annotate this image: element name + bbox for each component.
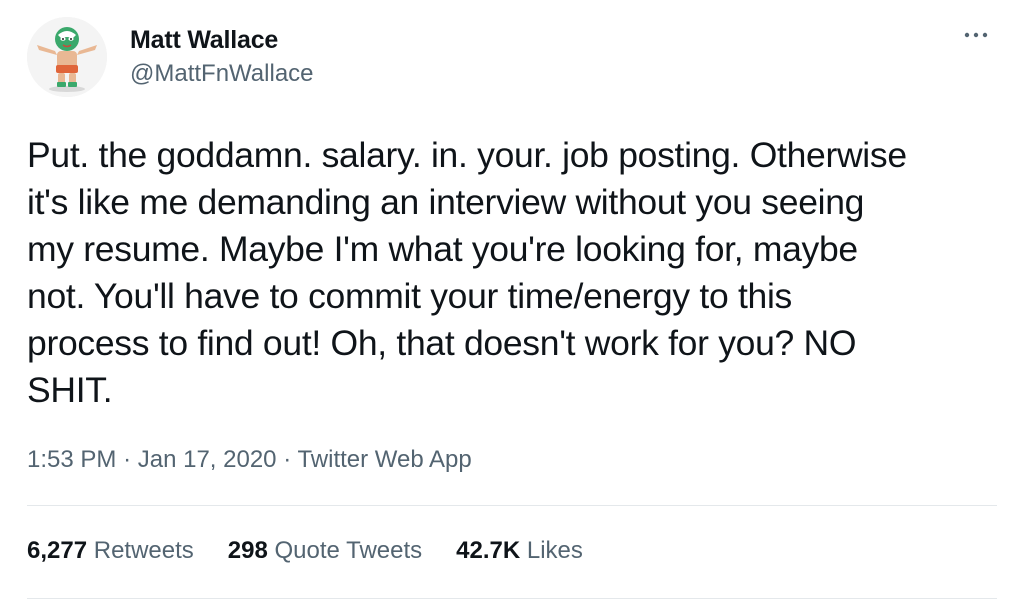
display-name[interactable]: Matt Wallace xyxy=(130,26,278,55)
retweets-count: 6,277 xyxy=(27,537,88,564)
tweet-stats: 6,277 Retweets 298 Quote Tweets 42.7K Li… xyxy=(27,537,583,565)
tweet-text: Put. the goddamn. salary. in. your. job … xyxy=(27,135,907,410)
more-horizontal-icon xyxy=(964,32,988,38)
meta-separator: · xyxy=(123,446,132,473)
quote-tweets-stat[interactable]: 298 Quote Tweets xyxy=(228,537,422,565)
quote-tweets-label: Quote Tweets xyxy=(274,537,423,564)
tweet-card: Matt Wallace @MattFnWallace Put. the god… xyxy=(0,0,1024,603)
tweet-time[interactable]: 1:53 PM xyxy=(27,446,116,473)
tweet-date[interactable]: Jan 17, 2020 xyxy=(138,446,277,473)
luchador-mask-avatar-icon xyxy=(27,17,107,97)
likes-count: 42.7K xyxy=(456,537,521,564)
divider xyxy=(27,505,997,506)
tweet-source[interactable]: Twitter Web App xyxy=(297,446,471,473)
retweets-stat[interactable]: 6,277 Retweets xyxy=(27,537,194,565)
user-handle[interactable]: @MattFnWallace xyxy=(130,60,314,88)
meta-separator: · xyxy=(283,446,292,473)
tweet-meta: 1:53 PM · Jan 17, 2020 · Twitter Web App xyxy=(27,446,472,474)
likes-stat[interactable]: 42.7K Likes xyxy=(456,537,583,565)
avatar[interactable] xyxy=(27,17,107,97)
quote-tweets-count: 298 xyxy=(227,537,268,564)
retweets-label: Retweets xyxy=(93,537,194,564)
more-options-button[interactable] xyxy=(956,22,996,48)
likes-label: Likes xyxy=(526,537,583,564)
divider xyxy=(27,598,997,599)
